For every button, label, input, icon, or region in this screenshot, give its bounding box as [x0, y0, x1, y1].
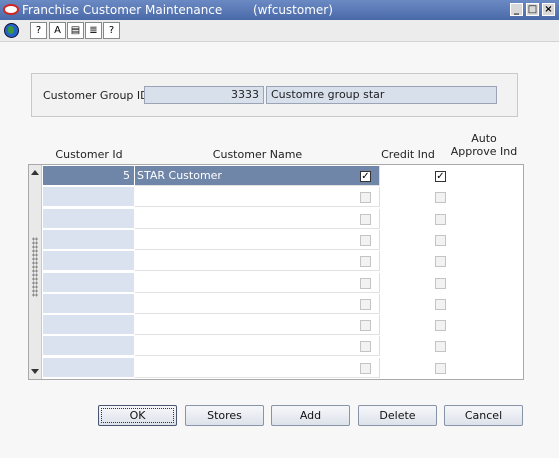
customer-group-id-field[interactable]: 3333 [144, 86, 264, 104]
toolbar: ? A ▤ ≣ ? [0, 20, 559, 42]
customer-id-cell[interactable] [43, 251, 135, 272]
header-customer-name: Customer Name [212, 148, 303, 161]
grid-scrollbar[interactable] [29, 165, 42, 379]
window-title: Franchise Customer Maintenance [22, 3, 223, 17]
scroll-down-icon[interactable] [31, 369, 39, 374]
minimize-icon[interactable]: _ [510, 3, 523, 16]
auto-approve-ind-checkbox[interactable] [435, 341, 446, 353]
credit-ind-checkbox[interactable] [360, 192, 371, 204]
table-row[interactable]: 5 STAR Customer ✓ ✓ [43, 166, 522, 187]
customer-id-cell[interactable] [43, 272, 135, 293]
credit-ind-checkbox[interactable] [360, 213, 371, 225]
customer-name-cell[interactable]: STAR Customer [135, 166, 380, 186]
customer-name-cell[interactable] [135, 272, 380, 293]
help-icon[interactable]: ? [30, 22, 47, 39]
customer-name-cell[interactable] [135, 336, 380, 357]
title-bar: Franchise Customer Maintenance (wfcustom… [0, 0, 559, 20]
auto-approve-ind-checkbox[interactable] [435, 213, 446, 225]
table-row[interactable] [43, 357, 522, 379]
add-button[interactable]: Add [271, 405, 350, 426]
customer-id-cell[interactable]: 5 [43, 166, 135, 186]
delete-button[interactable]: Delete [358, 405, 437, 426]
table-row[interactable] [43, 315, 522, 336]
table-row[interactable] [43, 272, 522, 294]
customer-name-cell[interactable] [135, 187, 380, 208]
customer-id-cell[interactable] [43, 208, 135, 229]
globe-icon[interactable] [4, 23, 19, 38]
clipboard-icon[interactable]: ▤ [67, 22, 84, 39]
stores-button[interactable]: Stores [185, 405, 264, 426]
close-icon[interactable]: × [542, 3, 555, 16]
header-auto-approve-ind: Auto Approve Ind [450, 132, 518, 158]
auto-approve-ind-checkbox[interactable] [435, 362, 446, 374]
customer-id-cell[interactable] [43, 229, 135, 250]
list-icon[interactable]: ≣ [85, 22, 102, 39]
credit-ind-checkbox[interactable]: ✓ [360, 171, 371, 182]
table-row[interactable] [43, 187, 522, 208]
auto-approve-ind-checkbox[interactable] [435, 192, 446, 204]
customer-id-cell[interactable] [43, 336, 135, 357]
table-row[interactable] [43, 229, 522, 251]
window-module: (wfcustomer) [253, 3, 333, 17]
credit-ind-checkbox[interactable] [360, 256, 371, 268]
credit-ind-checkbox[interactable] [360, 298, 371, 310]
scroll-up-icon[interactable] [31, 170, 39, 175]
auto-approve-ind-checkbox[interactable] [435, 277, 446, 289]
customer-id-cell[interactable] [43, 293, 135, 314]
customer-name-cell[interactable] [135, 293, 380, 314]
text-icon[interactable]: A [49, 22, 66, 39]
credit-ind-checkbox[interactable] [360, 341, 371, 353]
credit-ind-checkbox[interactable] [360, 234, 371, 246]
table-row[interactable] [43, 251, 522, 272]
customer-id-cell[interactable] [43, 315, 135, 336]
credit-ind-checkbox[interactable] [360, 277, 371, 289]
scroll-grip-icon[interactable] [32, 237, 38, 297]
credit-ind-checkbox[interactable] [360, 320, 371, 332]
customer-name-cell[interactable] [135, 229, 380, 250]
credit-ind-checkbox[interactable] [360, 362, 371, 374]
auto-approve-ind-checkbox[interactable]: ✓ [435, 171, 446, 182]
table-row[interactable] [43, 336, 522, 357]
customer-name-cell[interactable] [135, 251, 380, 272]
customer-name-cell[interactable] [135, 315, 380, 336]
customer-name-cell[interactable] [135, 208, 380, 229]
auto-approve-ind-checkbox[interactable] [435, 298, 446, 310]
customer-id-cell[interactable] [43, 187, 135, 208]
customer-id-cell[interactable] [43, 357, 135, 378]
header-credit-ind: Credit Ind [381, 148, 435, 161]
oracle-logo-icon [3, 4, 19, 15]
table-row[interactable] [43, 208, 522, 230]
customer-group-name-field[interactable]: Customre group star [266, 86, 497, 104]
customer-group-label: Customer Group ID [43, 89, 149, 102]
maximize-icon[interactable]: □ [526, 3, 539, 16]
auto-approve-ind-checkbox[interactable] [435, 234, 446, 246]
auto-approve-ind-checkbox[interactable] [435, 256, 446, 268]
header-customer-id: Customer Id [55, 148, 123, 161]
auto-approve-ind-checkbox[interactable] [435, 320, 446, 332]
question-icon[interactable]: ? [103, 22, 120, 39]
cancel-button[interactable]: Cancel [444, 405, 523, 426]
customer-name-cell[interactable] [135, 357, 380, 378]
ok-button[interactable]: OK [98, 405, 177, 426]
table-row[interactable] [43, 293, 522, 315]
